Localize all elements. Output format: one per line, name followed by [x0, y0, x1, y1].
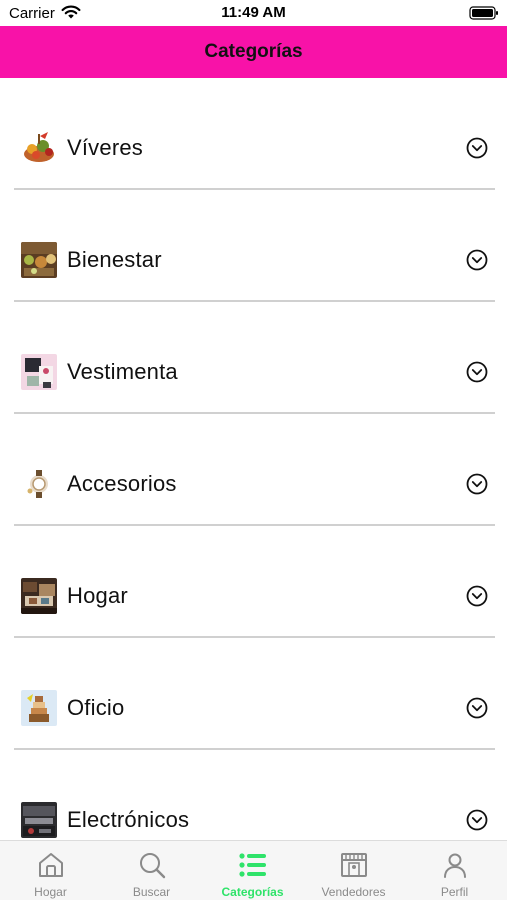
tab-buscar[interactable]: Buscar — [101, 841, 202, 900]
chevron-down-icon[interactable] — [466, 809, 488, 831]
category-label: Electrónicos — [67, 807, 190, 832]
battery-icon — [469, 6, 498, 20]
electronics-image — [21, 802, 57, 838]
category-row-bienestar[interactable]: Bienestar — [0, 190, 507, 302]
category-label: Víveres — [67, 135, 143, 160]
store-icon — [341, 853, 367, 877]
chevron-down-icon[interactable] — [466, 249, 488, 271]
category-label: Bienestar — [67, 247, 162, 272]
list-icon — [239, 853, 266, 877]
chevron-down-icon[interactable] — [466, 137, 488, 159]
chevron-down-icon[interactable] — [466, 585, 488, 607]
page-title: Categorías — [204, 41, 303, 62]
tab-categorias[interactable]: Categorías — [202, 841, 303, 900]
tab-bar: Hogar Buscar Categorías Vendedores Perfi… — [0, 840, 507, 900]
tab-vendedores[interactable]: Vendedores — [303, 841, 404, 900]
person-icon — [444, 853, 466, 878]
search-icon — [140, 853, 166, 879]
tab-hogar[interactable]: Hogar — [0, 841, 101, 900]
category-row-electronicos[interactable]: Electrónicos — [0, 750, 507, 840]
chevron-down-icon[interactable] — [466, 473, 488, 495]
status-time: 11:49 AM — [221, 4, 286, 21]
chevron-down-icon[interactable] — [466, 697, 488, 719]
category-row-accesorios[interactable]: Accesorios — [0, 414, 507, 526]
home-icon — [39, 853, 63, 877]
tab-label: Hogar — [34, 885, 67, 899]
chevron-down-icon[interactable] — [466, 361, 488, 383]
wellness-image — [21, 242, 57, 278]
category-row-viveres[interactable]: Víveres — [0, 78, 507, 190]
category-label: Accesorios — [67, 471, 177, 496]
crafts-image — [21, 690, 57, 726]
tab-perfil[interactable]: Perfil — [404, 841, 505, 900]
category-row-oficio[interactable]: Oficio — [0, 638, 507, 750]
tab-label: Buscar — [132, 885, 171, 899]
category-label: Vestimenta — [67, 359, 178, 384]
accessories-image — [21, 466, 57, 502]
category-list[interactable]: Víveres Bienestar Vestimenta Accesorios … — [0, 78, 507, 840]
clothing-image — [21, 354, 57, 390]
category-row-vestimenta[interactable]: Vestimenta — [0, 302, 507, 414]
category-label: Hogar — [67, 583, 128, 608]
tab-label: Perfil — [440, 885, 469, 899]
groceries-image — [21, 130, 57, 166]
home-goods-image — [21, 578, 57, 614]
category-label: Oficio — [67, 695, 125, 720]
tab-label: Categorías — [221, 885, 284, 899]
status-bar: Carrier 11:49 AM — [0, 0, 507, 26]
navigation-header: Categorías — [0, 26, 507, 78]
tab-label: Vendedores — [321, 885, 386, 899]
category-row-hogar[interactable]: Hogar — [0, 526, 507, 638]
